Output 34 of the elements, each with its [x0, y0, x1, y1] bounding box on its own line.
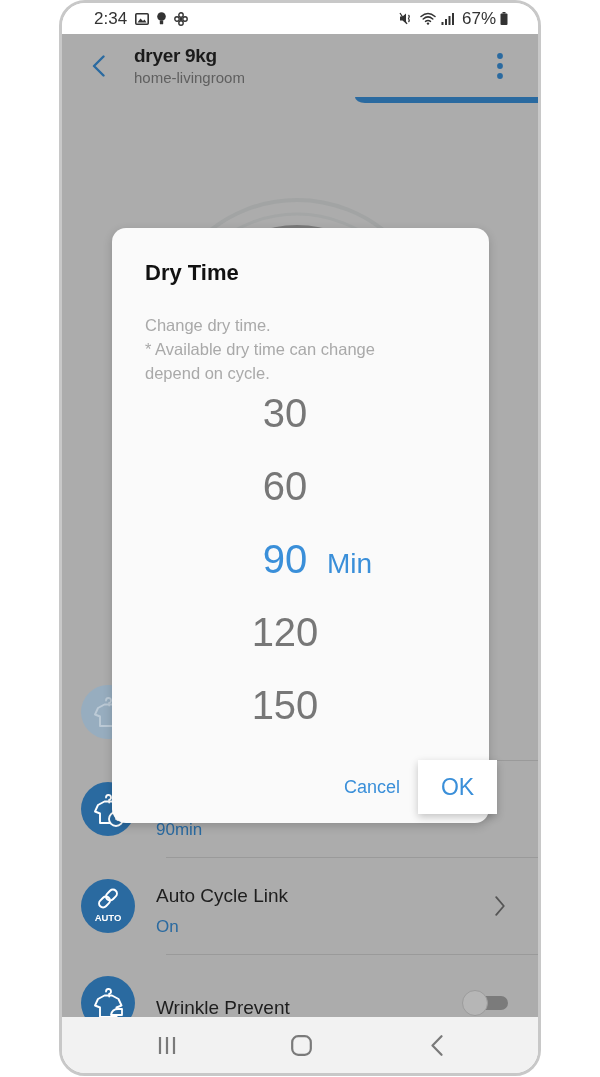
unit-label: Min	[327, 547, 373, 581]
back-icon[interactable]	[92, 54, 105, 77]
fan-icon	[174, 11, 189, 26]
wifi-icon	[419, 12, 437, 25]
picker-option[interactable]: 60	[245, 463, 325, 509]
picker-option[interactable]: 30	[245, 390, 325, 436]
image-icon	[135, 12, 150, 25]
signal-icon	[440, 12, 454, 25]
dialog-description: Change dry time.	[145, 315, 272, 336]
dialog-description: * Available dry time can change depend on cycle.	[145, 339, 376, 384]
mute-icon	[398, 12, 412, 25]
recent-apps-icon[interactable]	[157, 1035, 176, 1055]
battery-percent: 67%	[461, 8, 496, 29]
picker-option[interactable]: 150	[245, 682, 325, 728]
chevron-right-icon	[495, 896, 505, 916]
setting-value: 90min	[156, 819, 203, 841]
setting-value: On	[156, 916, 180, 938]
dialog-title: Dry Time	[145, 259, 240, 287]
ok-button[interactable]: OK	[418, 760, 497, 814]
back-icon[interactable]	[430, 1034, 443, 1056]
bulb-icon	[157, 12, 167, 25]
cancel-button[interactable]: Cancel	[343, 768, 400, 806]
setting-title: Auto Cycle Link	[156, 884, 288, 908]
picker-option[interactable]: 120	[245, 609, 325, 655]
toggle-switch[interactable]	[462, 990, 508, 1016]
device-title: dryer 9kg	[134, 43, 218, 68]
device-location: home-livingroom	[134, 67, 245, 88]
home-icon[interactable]	[291, 1034, 312, 1056]
more-options-icon[interactable]	[497, 52, 503, 79]
battery-icon	[500, 12, 508, 25]
picker-option[interactable]: 90	[245, 536, 325, 582]
setting-title: Wrinkle Prevent	[156, 996, 290, 1017]
auto-link-icon: AUTO	[81, 879, 135, 933]
status-time: 2:34	[94, 8, 128, 29]
